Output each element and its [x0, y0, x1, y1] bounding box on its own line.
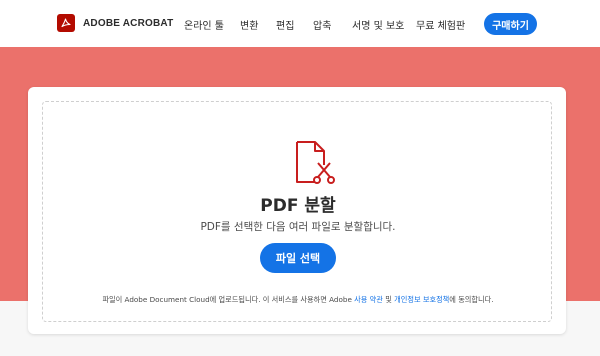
- disclaimer-text: 파일이 Adobe Document Cloud에 업로드됩니다. 이 서비스를…: [102, 295, 355, 304]
- disclaimer-and: 및: [382, 295, 395, 304]
- upload-disclaimer: 파일이 Adobe Document Cloud에 업로드됩니다. 이 서비스를…: [43, 295, 553, 305]
- disclaimer-end: 에 동의합니다.: [449, 295, 494, 304]
- buy-button[interactable]: 구매하기: [484, 13, 537, 35]
- page-title: PDF 분할: [260, 196, 336, 216]
- nav-compress[interactable]: 압축: [313, 17, 331, 32]
- terms-of-use-link[interactable]: 사용 약관: [354, 295, 383, 304]
- pdf-split-scissors-icon: [291, 139, 335, 185]
- tool-card: PDF 분할 PDF를 선택한 다음 여러 파일로 분할합니다. 파일 선택 파…: [28, 87, 566, 334]
- nav-convert[interactable]: 변환: [240, 17, 258, 32]
- page-subtitle: PDF를 선택한 다음 여러 파일로 분할합니다.: [200, 221, 396, 233]
- acrobat-logo-icon: [57, 14, 75, 32]
- brand-logo[interactable]: ADOBE ACROBAT: [57, 14, 173, 32]
- top-navigation-bar: ADOBE ACROBAT 온라인 툴 변환 편집 압축 서명 및 보호 무료 …: [0, 0, 600, 47]
- nav-sign-protect[interactable]: 서명 및 보호: [352, 17, 404, 32]
- nav-online-tools[interactable]: 온라인 툴: [184, 17, 224, 32]
- select-file-button[interactable]: 파일 선택: [260, 243, 336, 273]
- nav-edit[interactable]: 편집: [276, 17, 294, 32]
- nav-free-trial[interactable]: 무료 체험판: [416, 17, 465, 32]
- privacy-policy-link[interactable]: 개인정보 보호정책: [394, 295, 449, 304]
- brand-name: ADOBE ACROBAT: [83, 17, 174, 29]
- file-drop-zone[interactable]: PDF 분할 PDF를 선택한 다음 여러 파일로 분할합니다. 파일 선택 파…: [42, 101, 552, 322]
